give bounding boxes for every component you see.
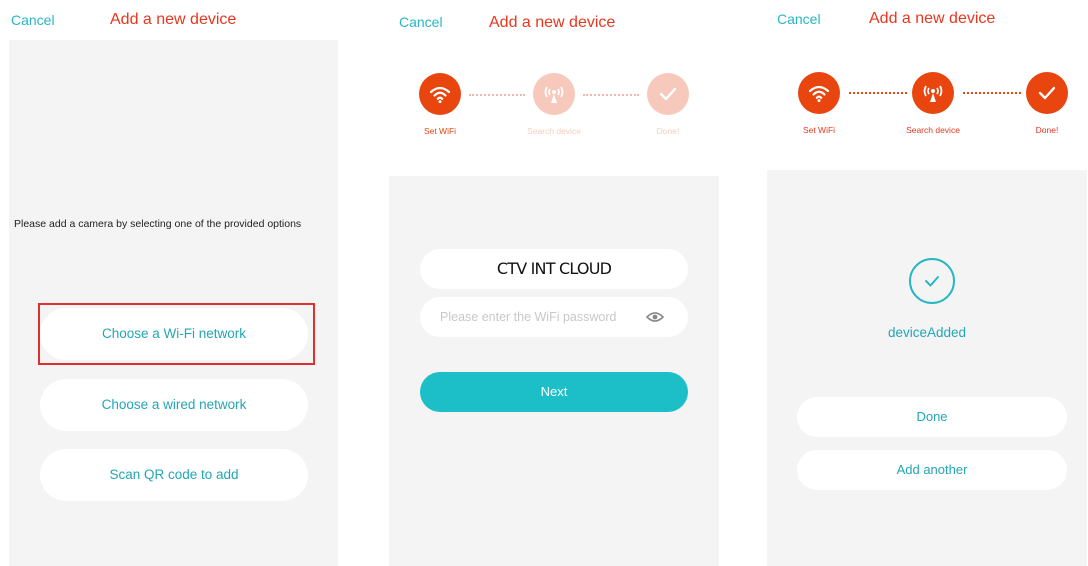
next-button[interactable]: Next [420, 372, 688, 412]
content-area: CTV INT CLOUD Please enter the WiFi pass… [389, 176, 719, 566]
antenna-icon [923, 85, 943, 102]
step-label-set-wifi: Set WiFi [802, 125, 836, 135]
scan-qr-button[interactable]: Scan QR code to add [40, 449, 308, 501]
password-placeholder: Please enter the WiFi password [440, 310, 617, 324]
step-connector [469, 94, 525, 96]
eye-icon[interactable] [646, 311, 664, 323]
page-title: Add a new device [869, 10, 996, 27]
step-label-done: Done! [656, 126, 680, 136]
nav-bar: Cancel Add a new device [767, 0, 1087, 40]
wifi-password-input[interactable]: Please enter the WiFi password [420, 297, 688, 337]
step-done [1026, 72, 1068, 114]
wifi-ssid-field[interactable]: CTV INT CLOUD [420, 249, 688, 289]
screen-set-wifi: Cancel Add a new device Set WiFi Search … [389, 0, 719, 566]
page-title: Add a new device [110, 11, 237, 28]
nav-bar: Cancel Add a new device [9, 0, 338, 40]
screen-device-added: Cancel Add a new device Set WiFi Search … [767, 0, 1087, 566]
device-added-status: deviceAdded [887, 325, 967, 340]
step-search-device [533, 73, 575, 115]
check-icon [1038, 86, 1056, 100]
step-done [647, 73, 689, 115]
step-label-done: Done! [1035, 125, 1059, 135]
step-set-wifi [419, 73, 461, 115]
progress-stepper: Set WiFi Search device Done! [389, 40, 719, 176]
content-area: deviceAdded Done Add another [767, 170, 1087, 566]
step-label-search-device: Search device [527, 126, 581, 136]
progress-stepper: Set WiFi Search device Done! [767, 40, 1087, 170]
wifi-icon [808, 85, 830, 103]
page-title: Add a new device [489, 14, 616, 31]
wifi-icon [429, 86, 451, 104]
cancel-button[interactable]: Cancel [11, 12, 55, 28]
step-label-search-device: Search device [906, 125, 960, 135]
cancel-button[interactable]: Cancel [777, 11, 821, 27]
highlight-box [38, 303, 315, 365]
done-button[interactable]: Done [797, 397, 1067, 437]
add-another-button[interactable]: Add another [797, 450, 1067, 490]
step-connector [583, 94, 639, 96]
screen-choose-network: Cancel Add a new device Please add a cam… [9, 0, 338, 566]
step-label-set-wifi: Set WiFi [423, 126, 457, 136]
cancel-button[interactable]: Cancel [399, 14, 443, 30]
step-set-wifi [798, 72, 840, 114]
success-check-icon [909, 258, 955, 304]
step-search-device [912, 72, 954, 114]
antenna-icon [544, 86, 564, 103]
instruction-text: Please add a camera by selecting one of … [14, 218, 302, 230]
step-connector [849, 92, 907, 94]
check-icon [659, 87, 677, 101]
content-area: Please add a camera by selecting one of … [9, 40, 338, 566]
nav-bar: Cancel Add a new device [389, 0, 719, 40]
choose-wired-button[interactable]: Choose a wired network [40, 379, 308, 431]
step-connector [963, 92, 1021, 94]
